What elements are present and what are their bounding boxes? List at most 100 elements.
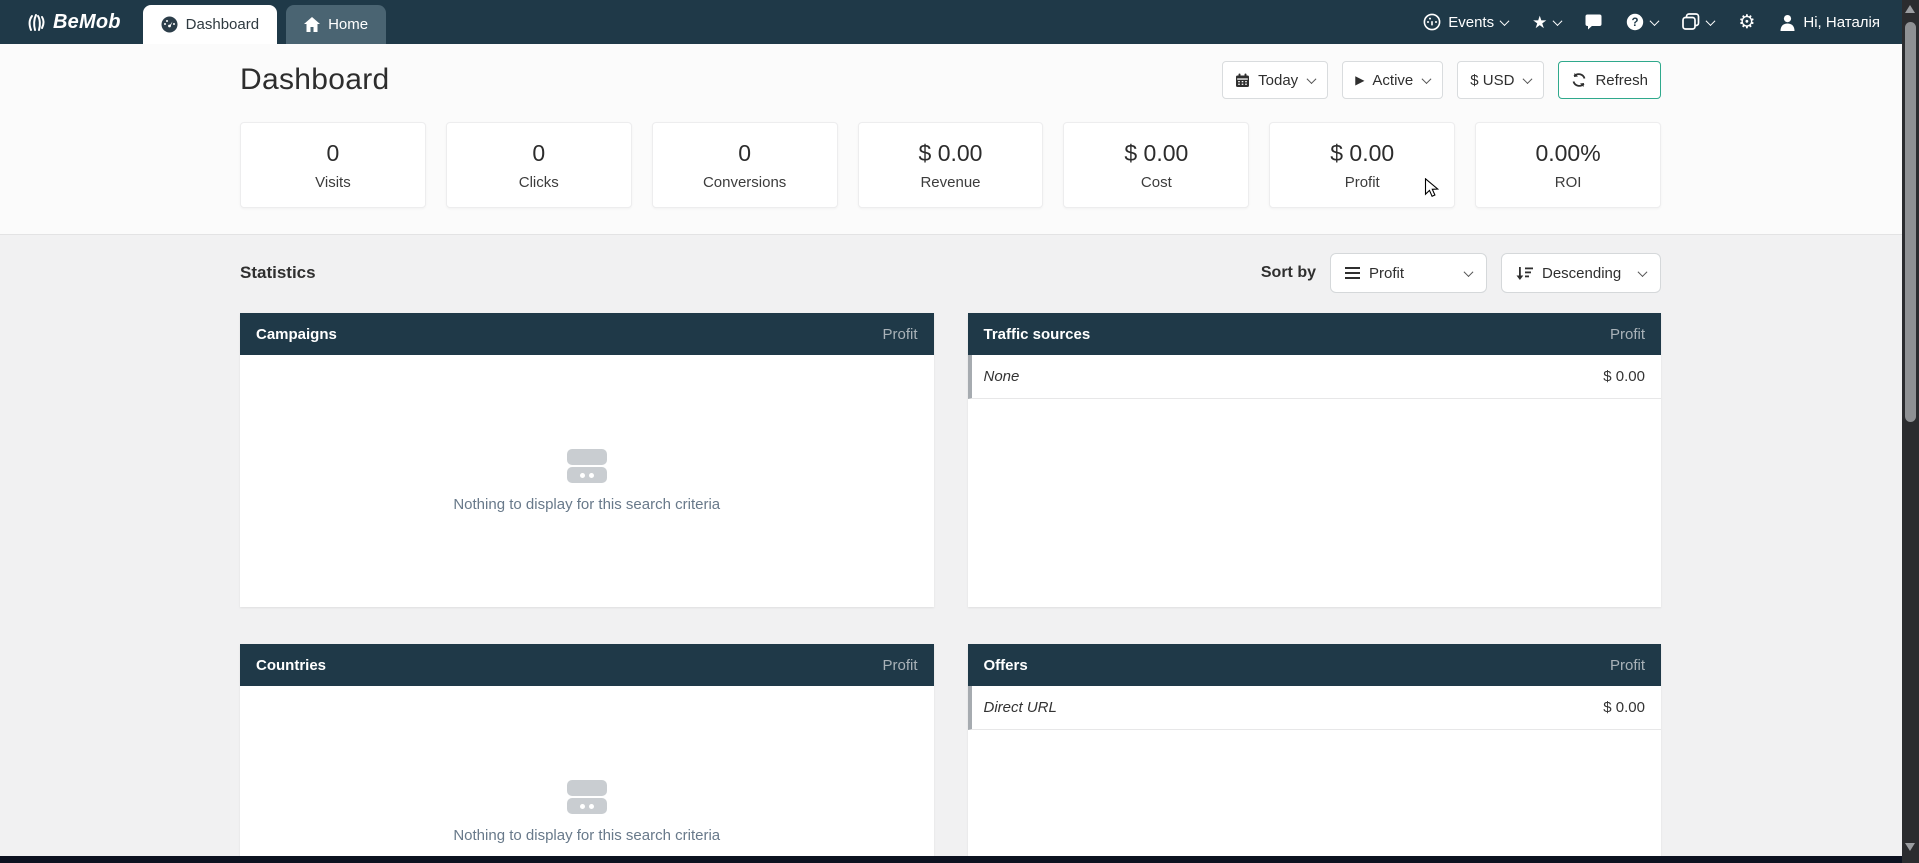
chevron-down-icon (1500, 16, 1510, 26)
pages-icon (1682, 13, 1700, 31)
panel-metric: Profit (882, 657, 917, 674)
user-menu[interactable]: Hi, Наталія (1779, 14, 1880, 31)
chevron-down-icon (1464, 267, 1474, 277)
sort-descending-icon (1516, 266, 1533, 281)
stat-label: ROI (1555, 174, 1582, 191)
panel-title: Traffic sources (984, 326, 1091, 343)
statistics-title: Statistics (240, 263, 316, 283)
events-label: Events (1448, 14, 1494, 31)
chevron-down-icon (1650, 16, 1660, 26)
row-name: None (984, 368, 1020, 385)
scroll-up-arrow[interactable] (1905, 5, 1915, 13)
header-buttons: Today ▶ Active $ USD Refresh (1222, 61, 1661, 99)
stat-card-roi: 0.00% ROI (1475, 122, 1661, 208)
currency-label: $ USD (1470, 72, 1514, 89)
scrollbar-thumb[interactable] (1905, 22, 1916, 422)
stat-card-clicks: 0 Clicks (446, 122, 632, 208)
stat-card-revenue: $ 0.00 Revenue (858, 122, 1044, 208)
user-greeting: Hi, Наталія (1803, 14, 1880, 31)
empty-state-text: Nothing to display for this search crite… (453, 827, 720, 844)
calendar-icon (1235, 73, 1250, 88)
database-icon (567, 449, 607, 483)
panel-campaigns: Campaigns Profit Nothing to display for … (240, 313, 934, 607)
stat-card-conversions: 0 Conversions (652, 122, 838, 208)
chevron-down-icon (1422, 74, 1432, 84)
stat-card-visits: 0 Visits (240, 122, 426, 208)
stat-card-cost: $ 0.00 Cost (1063, 122, 1249, 208)
statistics-section: Statistics Sort by Profit (0, 235, 1919, 863)
database-icon (567, 780, 607, 814)
table-row[interactable]: None $ 0.00 (968, 355, 1662, 399)
tab-dashboard[interactable]: Dashboard (143, 5, 277, 44)
empty-state-text: Nothing to display for this search crite… (453, 496, 720, 513)
sort-by-label: Sort by (1261, 264, 1316, 282)
navbar-right-cluster: Events ★ ? ⚙ (1423, 0, 1880, 44)
sort-field-value: Profit (1369, 265, 1404, 282)
chevron-down-icon (1638, 267, 1648, 277)
list-icon (1345, 267, 1360, 279)
panel-title: Countries (256, 657, 326, 674)
empty-state: Nothing to display for this search crite… (240, 355, 934, 607)
tab-home-label: Home (328, 16, 368, 33)
page-title: Dashboard (240, 63, 389, 97)
currency-button[interactable]: $ USD (1457, 61, 1544, 99)
panel-traffic-sources: Traffic sources Profit None $ 0.00 (968, 313, 1662, 607)
chevron-down-icon (1553, 16, 1563, 26)
top-navbar: BeMob Dashboard Home Events ★ (0, 0, 1919, 44)
sort-direction-dropdown[interactable]: Descending (1501, 253, 1661, 293)
help-menu[interactable]: ? (1626, 13, 1658, 31)
sort-field-dropdown[interactable]: Profit (1330, 253, 1487, 293)
gear-icon: ⚙ (1738, 13, 1755, 32)
stat-value: 0 (738, 140, 751, 167)
stat-label: Revenue (920, 174, 980, 191)
refresh-button[interactable]: Refresh (1558, 61, 1661, 99)
pages-menu[interactable] (1682, 13, 1714, 31)
chat-button[interactable] (1585, 14, 1602, 30)
row-name: Direct URL (984, 699, 1057, 716)
stat-label: Cost (1141, 174, 1172, 191)
empty-state: Nothing to display for this search crite… (240, 686, 934, 863)
home-icon (304, 17, 320, 32)
tab-home[interactable]: Home (286, 5, 386, 44)
bemob-logo[interactable]: BeMob (25, 0, 121, 44)
panel-metric: Profit (1610, 326, 1645, 343)
star-icon: ★ (1532, 14, 1547, 31)
row-value: $ 0.00 (1603, 699, 1645, 716)
user-icon (1779, 14, 1796, 31)
date-range-button[interactable]: Today (1222, 61, 1328, 99)
panels-grid: Campaigns Profit Nothing to display for … (240, 313, 1661, 863)
page-scrollbar[interactable] (1902, 0, 1919, 863)
window-bottom-edge (0, 856, 1919, 863)
stat-card-profit: $ 0.00 Profit (1269, 122, 1455, 208)
table-row[interactable]: Direct URL $ 0.00 (968, 686, 1662, 730)
refresh-icon (1571, 72, 1587, 88)
gauge-icon (161, 16, 178, 33)
favorites-menu[interactable]: ★ (1532, 14, 1561, 31)
scroll-down-arrow[interactable] (1905, 843, 1915, 851)
dashboard-top-section: Dashboard Today ▶ Active $ USD (0, 44, 1919, 235)
stat-label: Visits (315, 174, 351, 191)
stat-value: $ 0.00 (1124, 140, 1188, 167)
panel-offers: Offers Profit Direct URL $ 0.00 (968, 644, 1662, 863)
events-menu[interactable]: Events (1423, 13, 1508, 31)
sort-direction-value: Descending (1542, 265, 1621, 282)
chevron-down-icon (1706, 16, 1716, 26)
bemob-logo-icon (25, 11, 47, 33)
help-icon: ? (1626, 13, 1644, 31)
chevron-down-icon (1307, 74, 1317, 84)
sort-controls: Sort by Profit Descending (1261, 253, 1661, 293)
stat-value: $ 0.00 (1330, 140, 1394, 167)
stat-label: Clicks (519, 174, 559, 191)
stat-label: Conversions (703, 174, 786, 191)
play-icon: ▶ (1355, 73, 1364, 87)
settings-button[interactable]: ⚙ (1738, 13, 1755, 32)
panel-title: Campaigns (256, 326, 337, 343)
chevron-down-icon (1523, 74, 1533, 84)
stat-value: 0 (327, 140, 340, 167)
status-filter-button[interactable]: ▶ Active (1342, 61, 1443, 99)
stat-value: 0.00% (1535, 140, 1600, 167)
panel-title: Offers (984, 657, 1028, 674)
status-filter-label: Active (1372, 72, 1413, 89)
panel-metric: Profit (882, 326, 917, 343)
panel-metric: Profit (1610, 657, 1645, 674)
